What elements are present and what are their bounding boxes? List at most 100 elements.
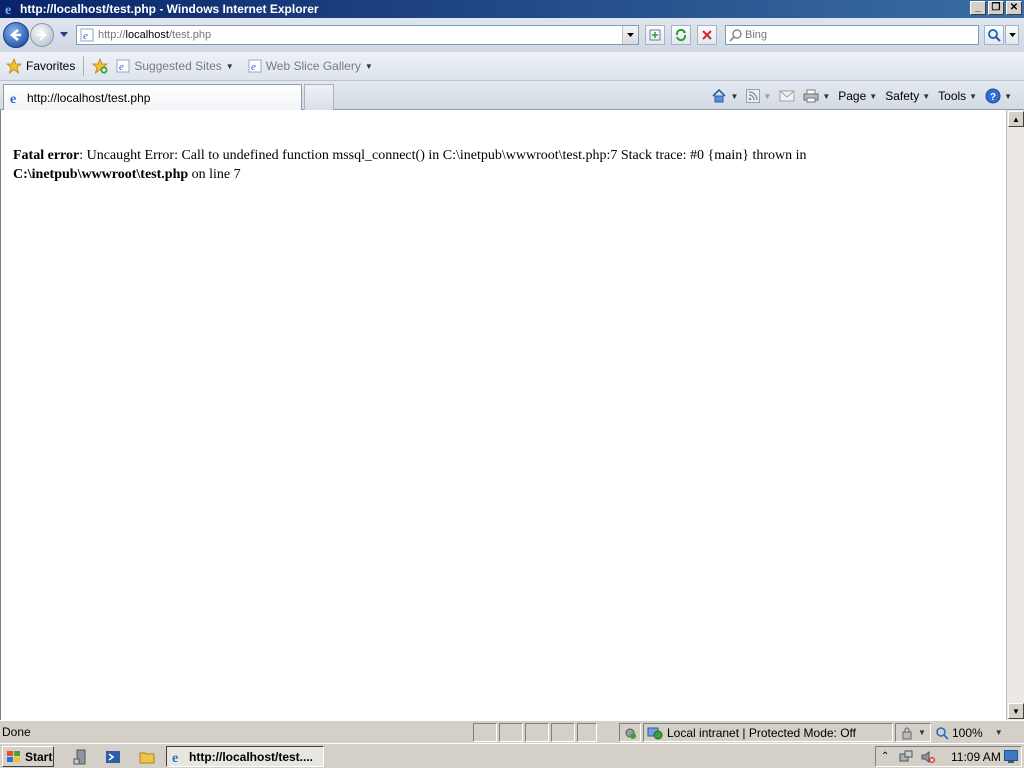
chevron-down-icon xyxy=(627,32,634,37)
command-bar: ▼ ▼ ▼ Page ▼ Safety ▼ Tools ▼ ? ▼ xyxy=(707,85,1016,107)
zoom-level: 100% xyxy=(952,725,983,740)
add-to-favorites-bar-button[interactable] xyxy=(88,55,112,77)
favorites-separator xyxy=(83,56,85,76)
chevron-down-icon: ▼ xyxy=(869,91,878,101)
read-mail-button[interactable] xyxy=(775,85,799,107)
ie-logo-icon: e xyxy=(3,2,17,16)
show-hidden-icons-chevron-icon[interactable]: ⌃ xyxy=(881,751,889,762)
close-button[interactable]: ✕ xyxy=(1006,1,1022,15)
network-icon[interactable] xyxy=(898,749,914,768)
start-label: Start xyxy=(25,749,53,764)
tab-localhost-test[interactable]: e http://localhost/test.php xyxy=(3,84,302,110)
clock[interactable]: 11:09 AM xyxy=(951,750,1001,764)
refresh-button[interactable] xyxy=(671,25,691,45)
start-button[interactable]: Start xyxy=(2,746,54,767)
svg-text:e: e xyxy=(5,3,11,16)
home-icon xyxy=(712,88,727,103)
printer-icon xyxy=(803,89,819,103)
page-ie-icon: e xyxy=(10,92,16,105)
url-host: localhost xyxy=(125,29,169,41)
rss-feed-icon xyxy=(746,89,761,103)
feeds-button[interactable]: ▼ xyxy=(742,85,775,107)
status-cell xyxy=(473,723,497,742)
recent-pages-dropdown[interactable] xyxy=(58,29,70,41)
quicklaunch-server-manager[interactable] xyxy=(72,748,90,766)
windows-logo-icon xyxy=(7,750,20,762)
php-error-message: Fatal error: Uncaught Error: Call to und… xyxy=(13,146,893,184)
address-row: e http:// localhost /test.php xyxy=(0,18,1024,52)
page-content: Fatal error: Uncaught Error: Call to und… xyxy=(0,110,1006,720)
forward-button[interactable] xyxy=(30,23,54,47)
tools-menu-button[interactable]: Tools ▼ xyxy=(934,85,981,107)
ie-logo-icon: e xyxy=(172,751,178,764)
favorites-button[interactable]: Favorites xyxy=(2,55,79,77)
taskbar-ie-window[interactable]: e http://localhost/test.... xyxy=(166,746,324,767)
mail-icon xyxy=(779,90,795,102)
page-menu-button[interactable]: Page ▼ xyxy=(834,85,881,107)
star-icon xyxy=(6,58,22,74)
error-line-number: 7 xyxy=(233,167,241,182)
safety-menu-button[interactable]: Safety ▼ xyxy=(881,85,934,107)
security-zone[interactable]: Local intranet | Protected Mode: Off xyxy=(643,723,893,742)
svg-text:?: ? xyxy=(990,92,996,103)
status-bar: Done Local intranet | Protected Mode: Of… xyxy=(0,720,1024,743)
addon-gear-icon xyxy=(625,728,636,739)
stop-button[interactable] xyxy=(697,25,717,45)
chevron-down-icon: ▼ xyxy=(1004,91,1012,101)
tab-label: http://localhost/test.php xyxy=(27,90,151,105)
server-manager-icon xyxy=(73,749,86,765)
error-message-text: : Uncaught Error: Call to undefined func… xyxy=(79,148,807,163)
search-options-dropdown[interactable] xyxy=(1005,25,1019,45)
triangle-down-icon: ▼ xyxy=(1012,706,1020,716)
back-button[interactable] xyxy=(3,22,29,48)
svg-text:e: e xyxy=(172,751,178,764)
error-on-line-text: on line xyxy=(188,167,234,182)
web-slice-gallery-button[interactable]: e Web Slice Gallery ▼ xyxy=(244,55,377,77)
taskbar-ie-label: http://localhost/test.... xyxy=(189,749,314,764)
restore-button[interactable]: ❐ xyxy=(988,1,1004,15)
svg-text:e: e xyxy=(83,30,88,42)
search-box[interactable] xyxy=(725,25,979,45)
title-bar: e http://localhost/test.php - Windows In… xyxy=(0,0,1024,18)
address-box[interactable]: e http:// localhost /test.php xyxy=(76,25,639,45)
chevron-down-icon: ▼ xyxy=(969,91,978,101)
print-button[interactable]: ▼ xyxy=(799,85,834,107)
favorites-bar: Favorites e Suggested Sites ▼ e Web Slic… xyxy=(0,52,1024,81)
window-controls: _ ❐ ✕ xyxy=(970,1,1022,15)
status-text: Done xyxy=(2,725,31,739)
scroll-up-button[interactable]: ▲ xyxy=(1008,111,1024,127)
intranet-globe-icon xyxy=(647,727,663,739)
new-tab-button[interactable] xyxy=(304,84,334,110)
minimize-button[interactable]: _ xyxy=(970,1,986,15)
chevron-down-icon: ▼ xyxy=(730,91,739,101)
zoom-control[interactable]: 100% ▼ xyxy=(935,723,1007,742)
close-icon: ✕ xyxy=(1009,2,1019,13)
address-dropdown-button[interactable] xyxy=(622,26,638,44)
help-button[interactable]: ? ▼ xyxy=(981,85,1016,107)
error-label: Fatal error xyxy=(13,148,80,163)
magnifier-icon xyxy=(988,29,1001,42)
quicklaunch-powershell[interactable] xyxy=(104,748,122,766)
page-ie-icon: e xyxy=(79,27,95,43)
arrow-right-icon xyxy=(37,29,48,41)
url-prefix: http:// xyxy=(98,29,126,41)
search-go-button[interactable] xyxy=(984,25,1004,45)
vertical-scrollbar[interactable]: ▲ ▼ xyxy=(1006,110,1024,720)
compatibility-view-button[interactable] xyxy=(645,25,665,45)
popup-blocker-cell[interactable] xyxy=(619,723,641,742)
svg-text:e: e xyxy=(251,61,256,73)
protected-mode-cell[interactable]: ▼ xyxy=(895,723,931,742)
suggested-sites-button[interactable]: e Suggested Sites ▼ xyxy=(112,55,237,77)
show-desktop-icon[interactable] xyxy=(1004,750,1018,766)
status-cell xyxy=(551,723,575,742)
triangle-up-icon: ▲ xyxy=(1012,114,1020,124)
system-tray: ⌃ 11:09 AM xyxy=(875,746,1022,767)
search-input[interactable] xyxy=(743,27,978,43)
home-button[interactable]: ▼ xyxy=(707,85,742,107)
quicklaunch-explorer[interactable] xyxy=(138,748,156,766)
error-file: C:\inetpub\wwwroot\test.php xyxy=(13,167,189,182)
scroll-down-button[interactable]: ▼ xyxy=(1008,703,1024,719)
svg-text:e: e xyxy=(119,61,124,73)
volume-muted-icon[interactable] xyxy=(920,749,936,768)
window-title: http://localhost/test.php - Windows Inte… xyxy=(20,2,319,16)
